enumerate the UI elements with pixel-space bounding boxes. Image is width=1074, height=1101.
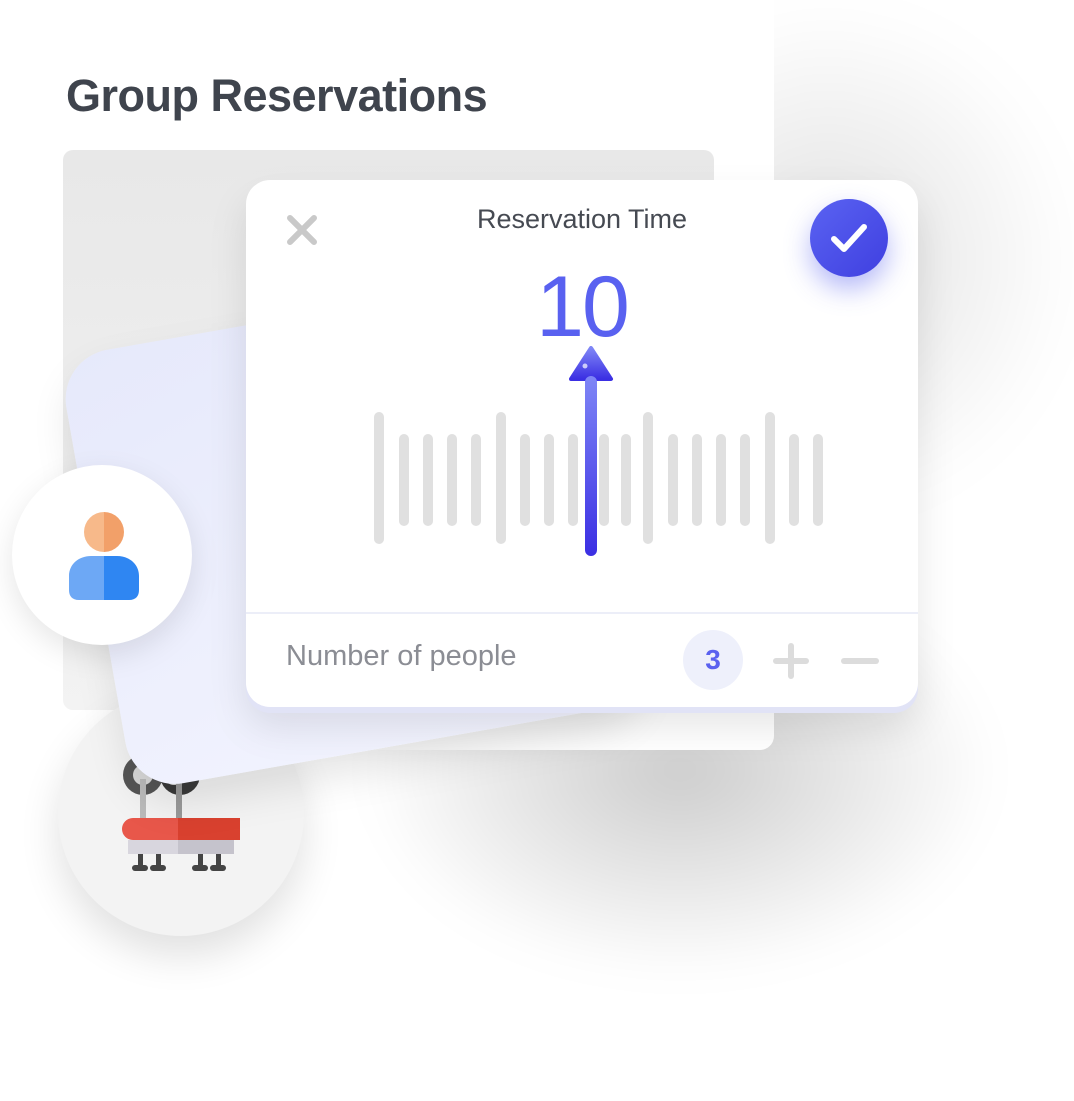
ruler-tick xyxy=(668,434,678,526)
ruler-tick xyxy=(765,412,775,544)
time-value: 10 xyxy=(536,259,630,355)
ruler-tick xyxy=(496,412,506,544)
ruler-tick xyxy=(740,434,750,526)
ruler-tick xyxy=(716,434,726,526)
plus-icon xyxy=(773,643,809,679)
increase-people-button[interactable] xyxy=(772,642,810,680)
reservation-time-modal: Reservation Time 10 Number of people 3 xyxy=(246,180,918,707)
page-title: Group Reservations xyxy=(66,70,488,121)
minus-icon xyxy=(841,658,879,664)
user-avatar-icon xyxy=(69,512,139,600)
ruler-tick xyxy=(643,412,653,544)
ruler-tick xyxy=(374,412,384,544)
ruler-tick xyxy=(423,434,433,526)
people-label: Number of people xyxy=(286,640,517,672)
divider xyxy=(246,612,918,614)
ruler-tick xyxy=(692,434,702,526)
ruler-tick xyxy=(544,434,554,526)
check-icon xyxy=(831,224,867,252)
ruler-tick xyxy=(520,434,530,526)
ruler-tick xyxy=(789,434,799,526)
ruler-tick xyxy=(399,434,409,526)
ruler-tick xyxy=(471,434,481,526)
people-count-badge: 3 xyxy=(683,630,743,690)
avatar-circle xyxy=(12,465,192,645)
decrease-people-button[interactable] xyxy=(840,642,880,680)
ruler-tick xyxy=(447,434,457,526)
ruler-tick xyxy=(813,434,823,526)
arrow-up-icon[interactable] xyxy=(568,346,614,558)
ruler-tick xyxy=(621,434,631,526)
